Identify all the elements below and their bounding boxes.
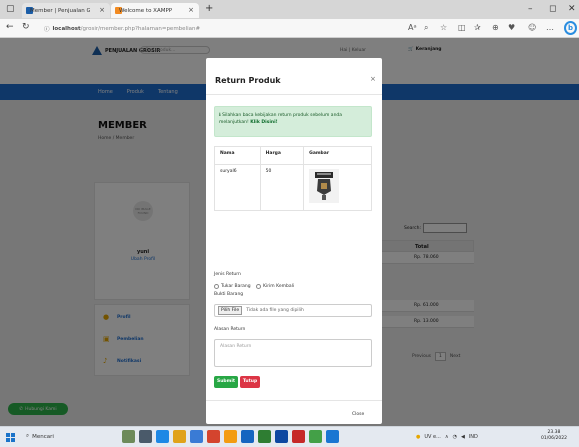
url-host: localhost (52, 25, 81, 32)
divider (206, 94, 382, 95)
profile-icon[interactable]: ☺ (528, 23, 536, 32)
modal-close-icon[interactable]: × (370, 75, 376, 83)
explorer-app-icon[interactable] (173, 430, 186, 443)
radio-circle (256, 284, 261, 289)
web-page: PENJUALAN GROSIR Cari produk... Hai | Ke… (0, 38, 579, 426)
product-table: Nama Harga Gambar suryal6 50 (214, 146, 372, 211)
info-icon: ⓘ (44, 26, 50, 33)
radio-label: Tukar Barang (221, 284, 251, 289)
start-button[interactable] (6, 433, 15, 442)
close-window-button[interactable]: ✕ (568, 4, 576, 14)
product-name: suryal6 (214, 164, 261, 211)
tab-member[interactable]: Member | Penjualan Grosir × (22, 3, 110, 18)
url-field[interactable]: ⓘ localhost/grosir/member.php?halaman=pe… (44, 23, 454, 34)
date: 01/06/2022 (541, 436, 567, 441)
submit-button[interactable]: Submit (214, 376, 238, 388)
table-row: suryal6 50 (214, 164, 372, 211)
tab-title: Member | Penjualan Grosir (30, 7, 90, 14)
app-icon[interactable] (241, 430, 254, 443)
app-icon[interactable] (258, 430, 271, 443)
word-app-icon[interactable] (275, 430, 288, 443)
tab-actions-icon[interactable]: ▢ (6, 4, 15, 14)
radio-kirim-kembali[interactable]: Kirim Kembali (256, 284, 294, 289)
return-modal: Return Produk × ℹ Silahkan baca kebijaka… (206, 58, 382, 424)
search-icon: ⌕ (26, 433, 30, 439)
radio-circle (214, 284, 219, 289)
modal-title: Return Produk (215, 76, 281, 85)
col-harga: Harga (259, 146, 305, 165)
edge-app-icon[interactable] (156, 430, 169, 443)
tutup-button[interactable]: Tutup (240, 376, 260, 388)
proof-label: Bukti Barang (214, 292, 244, 297)
close-button[interactable]: Close (352, 412, 364, 417)
read-aloud-icon[interactable]: Aᵃ (408, 23, 417, 32)
taskbar-search[interactable]: ⌕ Mencari (26, 433, 54, 440)
tray-text[interactable]: UV e... (424, 434, 441, 440)
product-price: 50 (259, 164, 305, 211)
info-icon: ℹ (219, 113, 221, 118)
app-icon[interactable] (326, 430, 339, 443)
refresh-icon[interactable]: ↻ (22, 22, 30, 32)
chevron-up-icon[interactable]: ∧ (445, 434, 449, 440)
app-icon[interactable] (207, 430, 220, 443)
product-image-cell (303, 164, 372, 211)
col-nama: Nama (214, 146, 261, 165)
address-bar-row: ← ↻ ⓘ localhost/grosir/member.php?halama… (0, 19, 579, 38)
tab-title: Welcome to XAMPP (119, 7, 173, 14)
excel-app-icon[interactable] (309, 430, 322, 443)
favorites-icon[interactable]: ✰ (474, 23, 481, 32)
new-tab-button[interactable]: + (205, 3, 213, 14)
lang-indicator[interactable]: IND (469, 434, 478, 440)
zoom-icon[interactable]: ⌕ (424, 23, 428, 33)
alert-text: Silahkan baca kebijakan return produk se… (219, 113, 343, 125)
policy-alert: ℹ Silahkan baca kebijakan return produk … (214, 106, 372, 137)
collections-icon[interactable]: ⊕ (492, 23, 499, 32)
system-tray: ● UV e... ∧ ◔ ◀ IND (416, 434, 478, 440)
reason-textarea[interactable]: Alasan Return (214, 339, 372, 367)
task-view-icon[interactable] (139, 430, 152, 443)
choose-file-button[interactable]: Pilih File (218, 306, 243, 315)
network-icon[interactable]: ◔ (453, 434, 457, 440)
windows-taskbar: ⌕ Mencari ● UV e... ∧ ◔ ◀ IND 23.38 01/0… (0, 426, 579, 447)
tab-close-icon[interactable]: × (99, 6, 105, 14)
browser-tab-bar: ▢ Member | Penjualan Grosir × Welcome to… (0, 0, 579, 19)
col-gambar: Gambar (303, 146, 372, 165)
taskbar-search-label: Mencari (32, 433, 54, 440)
edge-sidebar-button[interactable]: b (564, 21, 577, 35)
maximize-button[interactable]: ◻ (549, 4, 556, 14)
file-input[interactable]: Pilih File Tidak ada file yang dipilih (214, 304, 372, 317)
product-image (309, 169, 340, 203)
radio-tukar-barang[interactable]: Tukar Barang (214, 284, 251, 289)
split-screen-icon[interactable]: ◫ (458, 23, 466, 32)
tab-xampp[interactable]: Welcome to XAMPP × (111, 3, 199, 18)
tab-close-icon[interactable]: × (188, 6, 194, 14)
radio-label: Kirim Kembali (263, 284, 295, 289)
xampp-app-icon[interactable] (224, 430, 237, 443)
store-app-icon[interactable] (190, 430, 203, 443)
extension-icon[interactable]: ♥ (508, 23, 515, 32)
weather-app-icon[interactable] (122, 430, 135, 443)
minimize-button[interactable]: – (528, 4, 533, 14)
favorite-icon[interactable]: ☆ (440, 23, 447, 32)
weather-icon[interactable]: ● (416, 434, 420, 440)
volume-icon[interactable]: ◀ (461, 434, 465, 440)
back-icon[interactable]: ← (6, 22, 14, 32)
url-path: /grosir/member.php?halaman=pembelian# (80, 25, 201, 32)
policy-link[interactable]: Klik Disini! (250, 120, 277, 125)
more-icon[interactable]: … (546, 23, 554, 32)
divider (206, 400, 382, 401)
file-status: Tidak ada file yang dipilih (246, 308, 304, 313)
reason-label: Alasan Return (214, 327, 246, 332)
return-type-label: Jenis Return (214, 272, 241, 277)
taskbar-clock[interactable]: 23.38 01/06/2022 (541, 430, 567, 442)
app-icon[interactable] (292, 430, 305, 443)
taskbar-apps (122, 430, 339, 443)
